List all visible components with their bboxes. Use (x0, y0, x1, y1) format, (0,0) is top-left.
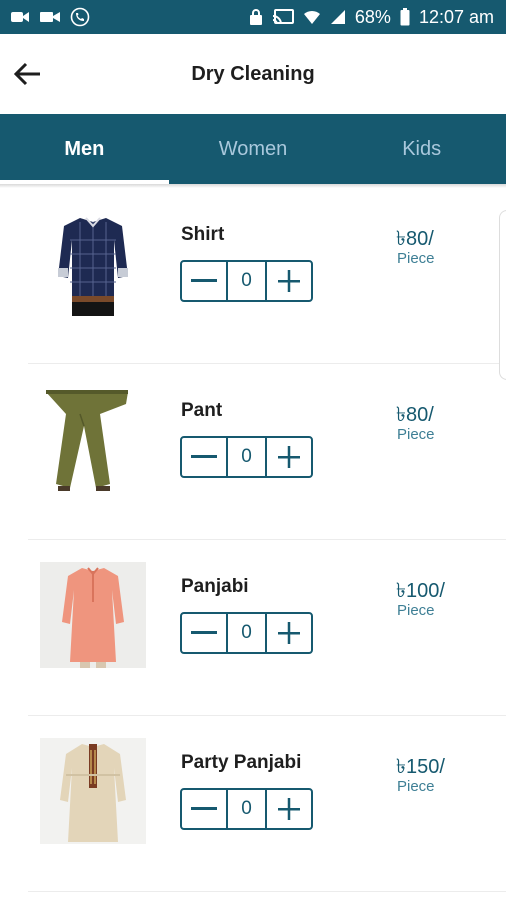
plus-icon (278, 270, 300, 292)
quantity-value[interactable]: 0 (226, 790, 267, 828)
item-name: Shirt (181, 224, 225, 245)
minus-icon (191, 807, 217, 810)
tab-kids[interactable]: Kids (337, 114, 506, 184)
quantity-stepper: 0 (180, 612, 313, 654)
item-list: Shirt 0 ৳80/ Piece Pant 0 ৳80/ Piece Pan… (0, 188, 506, 892)
quantity-value[interactable]: 0 (226, 614, 267, 652)
decrement-button[interactable] (182, 262, 226, 300)
list-item: Panjabi 0 ৳100/ Piece (0, 540, 506, 716)
decrement-button[interactable] (182, 614, 226, 652)
category-tabs: Men Women Kids (0, 114, 506, 184)
app-bar: Dry Cleaning (0, 34, 506, 114)
pant-image (40, 386, 146, 492)
item-unit: Piece (397, 778, 435, 795)
shirt-image (40, 210, 146, 316)
item-name: Pant (181, 400, 223, 421)
quantity-value[interactable]: 0 (226, 438, 267, 476)
battery-percent: 68% (354, 6, 391, 27)
arrow-left-icon[interactable] (12, 58, 44, 90)
tab-men[interactable]: Men (0, 114, 169, 184)
item-name: Panjabi (181, 576, 249, 597)
camcorder-icon (39, 10, 61, 24)
decrement-button[interactable] (182, 790, 226, 828)
page-title: Dry Cleaning (191, 62, 315, 85)
quantity-stepper: 0 (180, 788, 313, 830)
panjabi-image (40, 562, 146, 668)
quantity-value[interactable]: 0 (226, 262, 267, 300)
increment-button[interactable] (267, 790, 311, 828)
increment-button[interactable] (267, 438, 311, 476)
party-panjabi-image (40, 738, 146, 844)
item-unit: Piece (397, 602, 435, 619)
quantity-stepper: 0 (180, 436, 313, 478)
increment-button[interactable] (267, 262, 311, 300)
plus-icon (278, 622, 300, 644)
wifi-icon (303, 9, 321, 25)
status-bar: 68% 12:07 am (0, 0, 506, 34)
increment-button[interactable] (267, 614, 311, 652)
decrement-button[interactable] (182, 438, 226, 476)
video-call-icon (10, 10, 30, 24)
status-time: 12:07 am (418, 6, 494, 27)
scroll-indicator[interactable] (499, 210, 506, 380)
minus-icon (191, 279, 217, 282)
lock-icon (249, 9, 263, 25)
minus-icon (191, 631, 217, 634)
divider (28, 891, 506, 892)
plus-icon (278, 798, 300, 820)
cast-icon (272, 9, 294, 25)
wifi-call-icon (70, 7, 90, 27)
list-item: Party Panjabi 0 ৳150/ Piece (0, 716, 506, 892)
tab-women[interactable]: Women (169, 114, 338, 184)
item-name: Party Panjabi (181, 752, 302, 773)
quantity-stepper: 0 (180, 260, 313, 302)
list-item: Shirt 0 ৳80/ Piece (0, 188, 506, 364)
battery-icon (400, 8, 410, 26)
plus-icon (278, 446, 300, 468)
minus-icon (191, 455, 217, 458)
item-unit: Piece (397, 426, 435, 443)
item-unit: Piece (397, 250, 435, 267)
signal-icon (330, 9, 346, 25)
list-item: Pant 0 ৳80/ Piece (0, 364, 506, 540)
